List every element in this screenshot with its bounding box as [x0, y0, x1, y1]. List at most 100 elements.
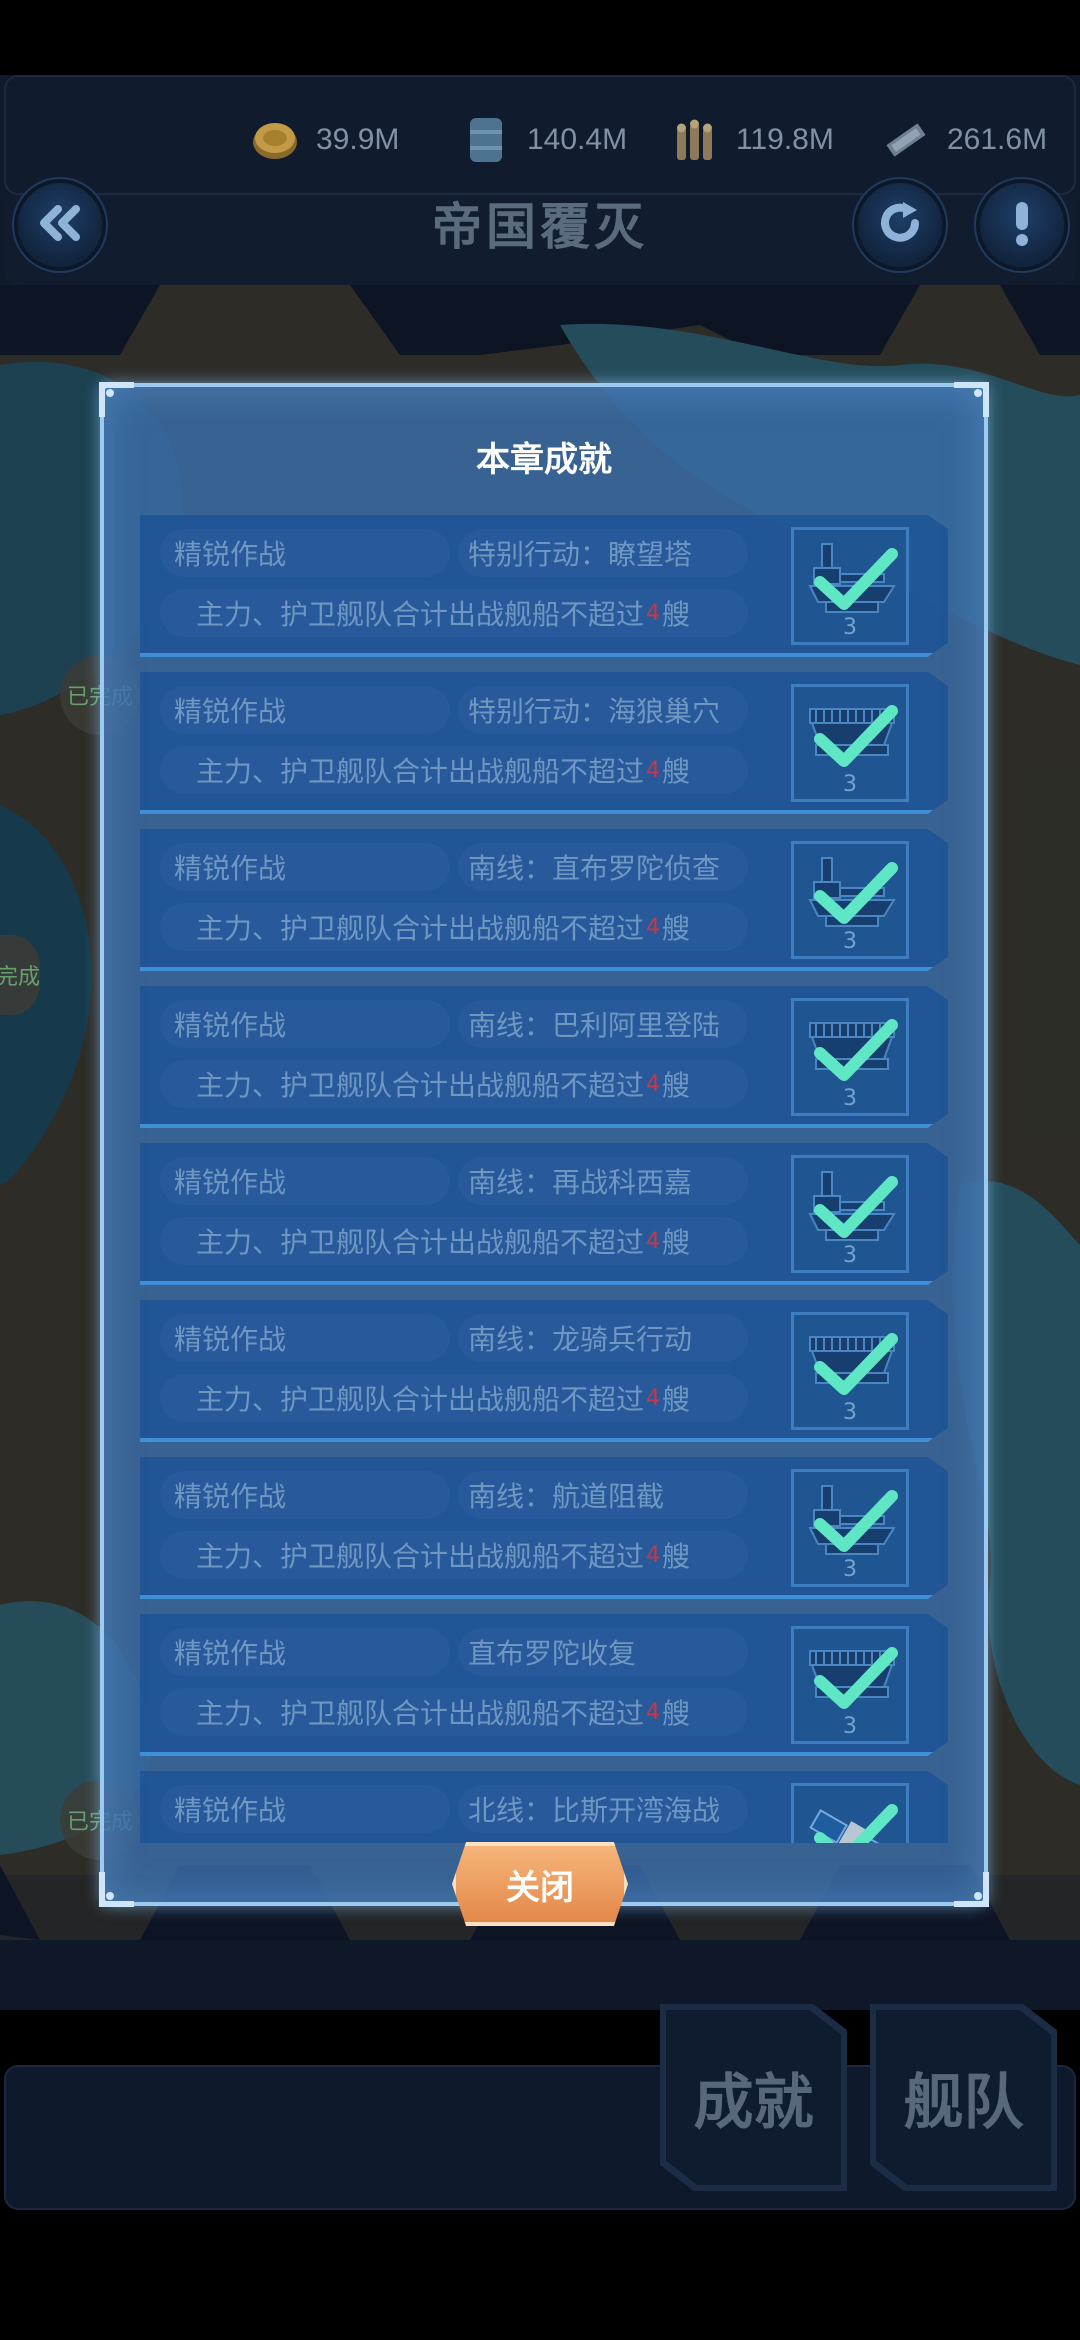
checkmark-icon	[812, 1015, 898, 1089]
achievement-tag: 精锐作战	[160, 686, 450, 734]
dialog-title: 本章成就	[476, 440, 612, 480]
condition-text: 主力、护卫舰队合计出战舰船不超过	[196, 755, 645, 788]
checkmark-icon	[812, 544, 898, 618]
condition-number: 4	[646, 1699, 661, 1725]
achievement-tag: 精锐作战	[160, 1157, 450, 1205]
achievement-badge: 3	[791, 684, 909, 802]
resource-ammo: 119.8M	[668, 110, 834, 170]
achievement-count: 3	[843, 1557, 857, 1582]
condition-unit: 艘	[662, 598, 691, 631]
ammo-value: 119.8M	[736, 123, 834, 156]
resource-bar: 39.9M 140.4M 119.8M 261.6M	[4, 75, 1076, 195]
corner-bracket	[99, 382, 134, 417]
achievement-stage: 南线：直布罗陀侦查	[458, 843, 748, 891]
checkmark-icon	[812, 1172, 898, 1246]
checkmark-icon	[812, 1800, 898, 1843]
achievement-row: 精锐作战 特别行动：瞭望塔 主力、护卫舰队合计出战舰船不超过 4 艘 3	[140, 515, 948, 657]
condition-text: 主力、护卫舰队合计出战舰船不超过	[196, 1226, 645, 1259]
condition-number: 4	[646, 1542, 661, 1568]
achievement-badge: 3	[791, 1312, 909, 1430]
condition-text: 主力、护卫舰队合计出战舰船不超过	[196, 1540, 645, 1573]
resource-gold: 39.9M	[248, 110, 399, 170]
condition-number: 4	[646, 1071, 661, 1097]
achievement-badge: 3	[791, 1469, 909, 1587]
achievement-tag: 精锐作战	[160, 1314, 450, 1362]
achievement-condition: 主力、护卫舰队合计出战舰船不超过 4 艘	[160, 1060, 748, 1108]
fuel-value: 140.4M	[527, 123, 628, 156]
refresh-icon	[875, 198, 925, 252]
achievement-count: 3	[843, 615, 857, 640]
achievement-condition: 主力、护卫舰队合计出战舰船不超过 4 艘	[160, 1688, 748, 1736]
achievement-row: 精锐作战 南线：航道阻截 主力、护卫舰队合计出战舰船不超过 4 艘 3	[140, 1457, 948, 1599]
achievement-count: 3	[843, 929, 857, 954]
fuel-barrel-icon	[459, 113, 513, 167]
achievement-stage: 特别行动：海狼巢穴	[458, 686, 748, 734]
achievement-condition: 主力、护卫舰队合计出战舰船不超过 4 艘	[160, 903, 748, 951]
achievement-count: 3	[843, 1086, 857, 1111]
achievement-tag: 精锐作战	[160, 529, 450, 577]
resource-fuel: 140.4M	[459, 110, 627, 170]
achievement-badge: 3	[791, 841, 909, 959]
close-button[interactable]: 关闭	[452, 1842, 628, 1926]
achievement-badge: 3	[791, 1155, 909, 1273]
condition-text: 主力、护卫舰队合计出战舰船不超过	[196, 1697, 645, 1730]
achievement-count: 3	[843, 1714, 857, 1739]
achievement-condition: 主力、护卫舰队合计出战舰船不超过 4 艘	[160, 1374, 748, 1422]
achievement-stage: 南线：巴利阿里登陆	[458, 1000, 748, 1048]
condition-unit: 艘	[662, 912, 691, 945]
achievement-stage: 北线：比斯开湾海战	[458, 1785, 748, 1833]
condition-number: 4	[646, 757, 661, 783]
checkmark-icon	[812, 1329, 898, 1403]
condition-text: 主力、护卫舰队合计出战舰船不超过	[196, 912, 645, 945]
achievement-list[interactable]: 精锐作战 特别行动：瞭望塔 主力、护卫舰队合计出战舰船不超过 4 艘 3 精锐作战 特别行动：…	[140, 515, 948, 1843]
condition-unit: 艘	[662, 1383, 691, 1416]
achievement-tag: 精锐作战	[160, 843, 450, 891]
gold-value: 39.9M	[316, 123, 400, 156]
achievement-row: 精锐作战 特别行动：海狼巢穴主力、护卫舰队合计出战舰船不超过 4 艘 3	[140, 672, 948, 814]
achievement-badge: 3	[791, 998, 909, 1116]
achievement-row: 精锐作战 南线：巴利阿里登陆主力、护卫舰队合计出战舰船不超过 4 艘 3	[140, 986, 948, 1128]
checkmark-icon	[812, 858, 898, 932]
condition-text: 主力、护卫舰队合计出战舰船不超过	[196, 1383, 645, 1416]
ammo-icon	[668, 113, 722, 167]
achievement-stage: 直布罗陀收复	[458, 1628, 748, 1676]
achievement-count: 3	[843, 1243, 857, 1268]
fleet-button[interactable]: 舰队	[876, 2010, 1051, 2185]
achievement-condition: 主力、护卫舰队合计出战舰船不超过 4 艘	[160, 589, 748, 637]
condition-unit: 艘	[662, 1069, 691, 1102]
achievements-dialog: 本章成就 精锐作战 特别行动：瞭望塔 主力、护卫舰队合计出战舰船不超过 4 艘 3 精锐作战…	[99, 382, 989, 1907]
achievements-button[interactable]: 成就	[666, 2010, 841, 2185]
achievement-tag: 精锐作战	[160, 1628, 450, 1676]
resource-steel: 261.6M	[879, 110, 1047, 170]
achievement-count: 3	[843, 772, 857, 797]
achievement-condition: 主力、护卫舰队合计出战舰船不超过 4 艘	[160, 1531, 748, 1579]
achievement-stage: 南线：龙骑兵行动	[458, 1314, 748, 1362]
corner-bracket	[99, 1872, 134, 1907]
achievement-badge: 3	[791, 1626, 909, 1744]
achievement-row: 精锐作战 直布罗陀收复主力、护卫舰队合计出战舰船不超过 4 艘 3	[140, 1614, 948, 1756]
condition-unit: 艘	[662, 1540, 691, 1573]
condition-text: 主力、护卫舰队合计出战舰船不超过	[196, 1069, 645, 1102]
achievement-count: 3	[843, 1400, 857, 1425]
info-button[interactable]	[980, 183, 1064, 267]
achievement-condition: 主力、护卫舰队合计出战舰船不超过 4 艘	[160, 1217, 748, 1265]
achievement-condition: 主力、护卫舰队合计出战舰船不超过 4 艘	[160, 746, 748, 794]
achievement-row: 精锐作战 南线：直布罗陀侦查主力、护卫舰队合计出战舰船不超过 4 艘 3	[140, 829, 948, 971]
condition-text: 主力、护卫舰队合计出战舰船不超过	[196, 598, 645, 631]
condition-number: 4	[646, 600, 661, 626]
condition-unit: 艘	[662, 1226, 691, 1259]
steel-icon	[879, 113, 933, 167]
achievement-stage: 南线：航道阻截	[458, 1471, 748, 1519]
achievement-stage: 南线：再战科西嘉	[458, 1157, 748, 1205]
condition-unit: 艘	[662, 1697, 691, 1730]
condition-number: 4	[646, 914, 661, 940]
bottom-area: 成就 舰队	[0, 1940, 1080, 2340]
achievement-row: 精锐作战 北线：比斯开湾海战	[140, 1771, 948, 1843]
exclamation-icon	[1007, 198, 1037, 252]
achievement-tag: 精锐作战	[160, 1000, 450, 1048]
refresh-button[interactable]	[858, 183, 942, 267]
bottom-panel	[0, 1940, 1080, 2010]
steel-value: 261.6M	[947, 123, 1048, 156]
corner-bracket	[954, 1872, 989, 1907]
achievement-row: 精锐作战 南线：龙骑兵行动主力、护卫舰队合计出战舰船不超过 4 艘 3	[140, 1300, 948, 1442]
